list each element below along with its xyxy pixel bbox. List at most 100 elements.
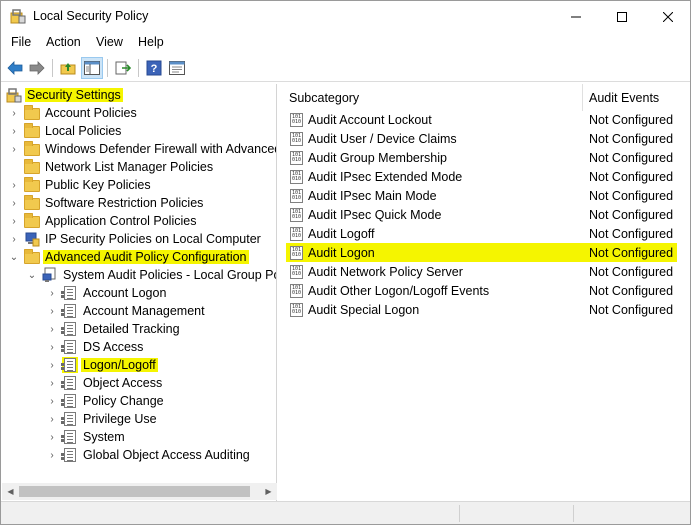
tree-item-windows-defender-firewall[interactable]: › Windows Defender Firewall with Advance… <box>8 140 276 158</box>
tree-item-account-policies[interactable]: › Account Policies <box>8 104 139 122</box>
list-row[interactable]: 101 010 Audit User / Device Claims Not Co… <box>286 129 677 148</box>
folder-icon <box>24 141 40 157</box>
list-row[interactable]: 101 010 Audit IPsec Quick Mode Not Config… <box>286 205 677 224</box>
tree-horizontal-scrollbar[interactable]: ◀ ▶ <box>2 483 277 500</box>
policy-icon <box>61 393 78 409</box>
audit-policy-icon: 101 010 <box>290 245 303 260</box>
chevron-right-icon[interactable]: › <box>8 104 20 122</box>
tree-item-ds-access[interactable]: › DS Access <box>46 338 145 356</box>
chevron-right-icon[interactable]: › <box>46 302 58 320</box>
details-list[interactable]: Subcategory Audit Events 101 010 Audit Ac… <box>282 84 690 501</box>
chevron-right-icon[interactable]: › <box>8 230 20 248</box>
list-row[interactable]: 101 010 Audit Other Logon/Logoff Events N… <box>286 281 677 300</box>
chevron-right-icon[interactable]: › <box>46 392 58 410</box>
column-divider[interactable] <box>582 84 583 111</box>
subcategory-name: Audit IPsec Main Mode <box>308 188 437 203</box>
column-header-subcategory[interactable]: Subcategory <box>289 84 579 111</box>
menu-action[interactable]: Action <box>46 35 81 49</box>
list-row[interactable]: 101 010 Audit Account Lockout Not Configu… <box>286 110 677 129</box>
chevron-right-icon[interactable]: › <box>46 374 58 392</box>
tree-label: Account Policies <box>45 106 137 120</box>
tree-item-network-list-manager[interactable]: Network List Manager Policies <box>8 158 215 176</box>
tree-item-global-object-access[interactable]: › Global Object Access Auditing <box>46 446 252 464</box>
list-row[interactable]: 101 010 Audit Special Logon Not Configure… <box>286 300 677 319</box>
console-tree[interactable]: Security Settings › Account Policies › L… <box>2 84 277 501</box>
tree-root-security-settings[interactable]: Security Settings <box>6 86 123 104</box>
chevron-right-icon[interactable]: › <box>46 284 58 302</box>
tree-item-ip-security[interactable]: › IP Security Policies on Local Computer <box>8 230 263 248</box>
close-button[interactable] <box>645 1 691 32</box>
up-one-level-button[interactable] <box>57 57 79 79</box>
chevron-right-icon[interactable]: › <box>46 446 58 464</box>
tree-item-account-logon[interactable]: › Account Logon <box>46 284 168 302</box>
list-row[interactable]: 101 010 Audit IPsec Extended Mode Not Con… <box>286 167 677 186</box>
column-header-audit-events[interactable]: Audit Events <box>589 84 689 111</box>
list-row[interactable]: 101 010 Audit Logoff Not Configured <box>286 224 677 243</box>
back-button[interactable] <box>4 57 26 79</box>
menu-view[interactable]: View <box>96 35 123 49</box>
tree-item-account-management[interactable]: › Account Management <box>46 302 207 320</box>
properties-icon <box>169 61 185 75</box>
export-list-icon <box>115 61 131 75</box>
tree-label: Account Logon <box>83 286 167 300</box>
tree-label: Logon/Logoff <box>81 358 158 372</box>
folder-lock-icon <box>24 105 40 121</box>
chevron-right-icon[interactable]: › <box>46 338 58 356</box>
properties-button[interactable] <box>166 57 188 79</box>
chevron-right-icon[interactable]: › <box>8 194 20 212</box>
status-divider <box>459 505 460 522</box>
subcategory-name: Audit IPsec Extended Mode <box>308 169 463 184</box>
list-row[interactable]: 101 010 Audit IPsec Main Mode Not Configu… <box>286 186 677 205</box>
title-bar[interactable]: Local Security Policy <box>1 1 690 32</box>
chevron-right-icon[interactable]: › <box>46 410 58 428</box>
tree-item-local-policies[interactable]: › Local Policies <box>8 122 123 140</box>
tree-item-privilege-use[interactable]: › Privilege Use <box>46 410 159 428</box>
list-row[interactable]: 101 010 Audit Network Policy Server Not C… <box>286 262 677 281</box>
folder-icon <box>24 195 40 211</box>
chevron-right-icon[interactable]: › <box>8 176 20 194</box>
chevron-right-icon[interactable]: › <box>46 428 58 446</box>
scrollbar-thumb[interactable] <box>19 486 250 497</box>
chevron-right-icon[interactable]: › <box>8 140 20 158</box>
menu-help[interactable]: Help <box>138 35 164 49</box>
scroll-right-icon[interactable]: ▶ <box>260 483 277 500</box>
maximize-button[interactable] <box>599 1 645 32</box>
minimize-icon <box>571 16 581 17</box>
tree-item-detailed-tracking[interactable]: › Detailed Tracking <box>46 320 182 338</box>
chevron-down-icon[interactable]: ⌄ <box>26 266 38 284</box>
policy-icon <box>61 375 78 391</box>
tree-label: Global Object Access Auditing <box>83 448 250 462</box>
toolbar-separator <box>138 59 139 77</box>
export-list-button[interactable] <box>112 57 134 79</box>
chevron-right-icon[interactable]: › <box>8 122 20 140</box>
up-folder-icon <box>60 63 76 75</box>
tree-item-policy-change[interactable]: › Policy Change <box>46 392 166 410</box>
tree-item-software-restriction[interactable]: › Software Restriction Policies <box>8 194 205 212</box>
tree-item-logon-logoff[interactable]: › Logon/Logoff <box>46 356 158 374</box>
chevron-right-icon[interactable]: › <box>46 356 58 374</box>
help-button[interactable]: ? <box>143 57 165 79</box>
list-row[interactable]: 101 010 Audit Group Membership Not Config… <box>286 148 677 167</box>
audit-events-value: Not Configured <box>589 302 674 317</box>
computer-policy-icon <box>42 267 58 283</box>
audit-events-value: Not Configured <box>589 131 674 146</box>
policy-icon <box>61 321 78 337</box>
tree-item-application-control[interactable]: › Application Control Policies <box>8 212 198 230</box>
tree-item-public-key-policies[interactable]: › Public Key Policies <box>8 176 153 194</box>
forward-button[interactable] <box>26 57 48 79</box>
list-row-selected[interactable]: 101 010 Audit Logon Not Configured <box>286 243 677 262</box>
scroll-left-icon[interactable]: ◀ <box>2 483 19 500</box>
audit-events-value: Not Configured <box>589 112 674 127</box>
tree-item-system[interactable]: › System <box>46 428 127 446</box>
menu-file[interactable]: File <box>11 35 31 49</box>
show-hide-console-tree-button[interactable] <box>81 57 103 79</box>
chevron-down-icon[interactable]: ⌄ <box>8 248 20 266</box>
audit-events-value: Not Configured <box>589 169 674 184</box>
chevron-right-icon[interactable]: › <box>46 320 58 338</box>
tree-item-object-access[interactable]: › Object Access <box>46 374 164 392</box>
minimize-button[interactable] <box>553 1 599 32</box>
forward-icon <box>29 61 45 75</box>
tree-item-advanced-audit-policy[interactable]: ⌄ Advanced Audit Policy Configuration <box>8 248 249 266</box>
tree-item-system-audit-policies[interactable]: ⌄ System Audit Policies - Local Group Po… <box>26 266 276 284</box>
chevron-right-icon[interactable]: › <box>8 212 20 230</box>
